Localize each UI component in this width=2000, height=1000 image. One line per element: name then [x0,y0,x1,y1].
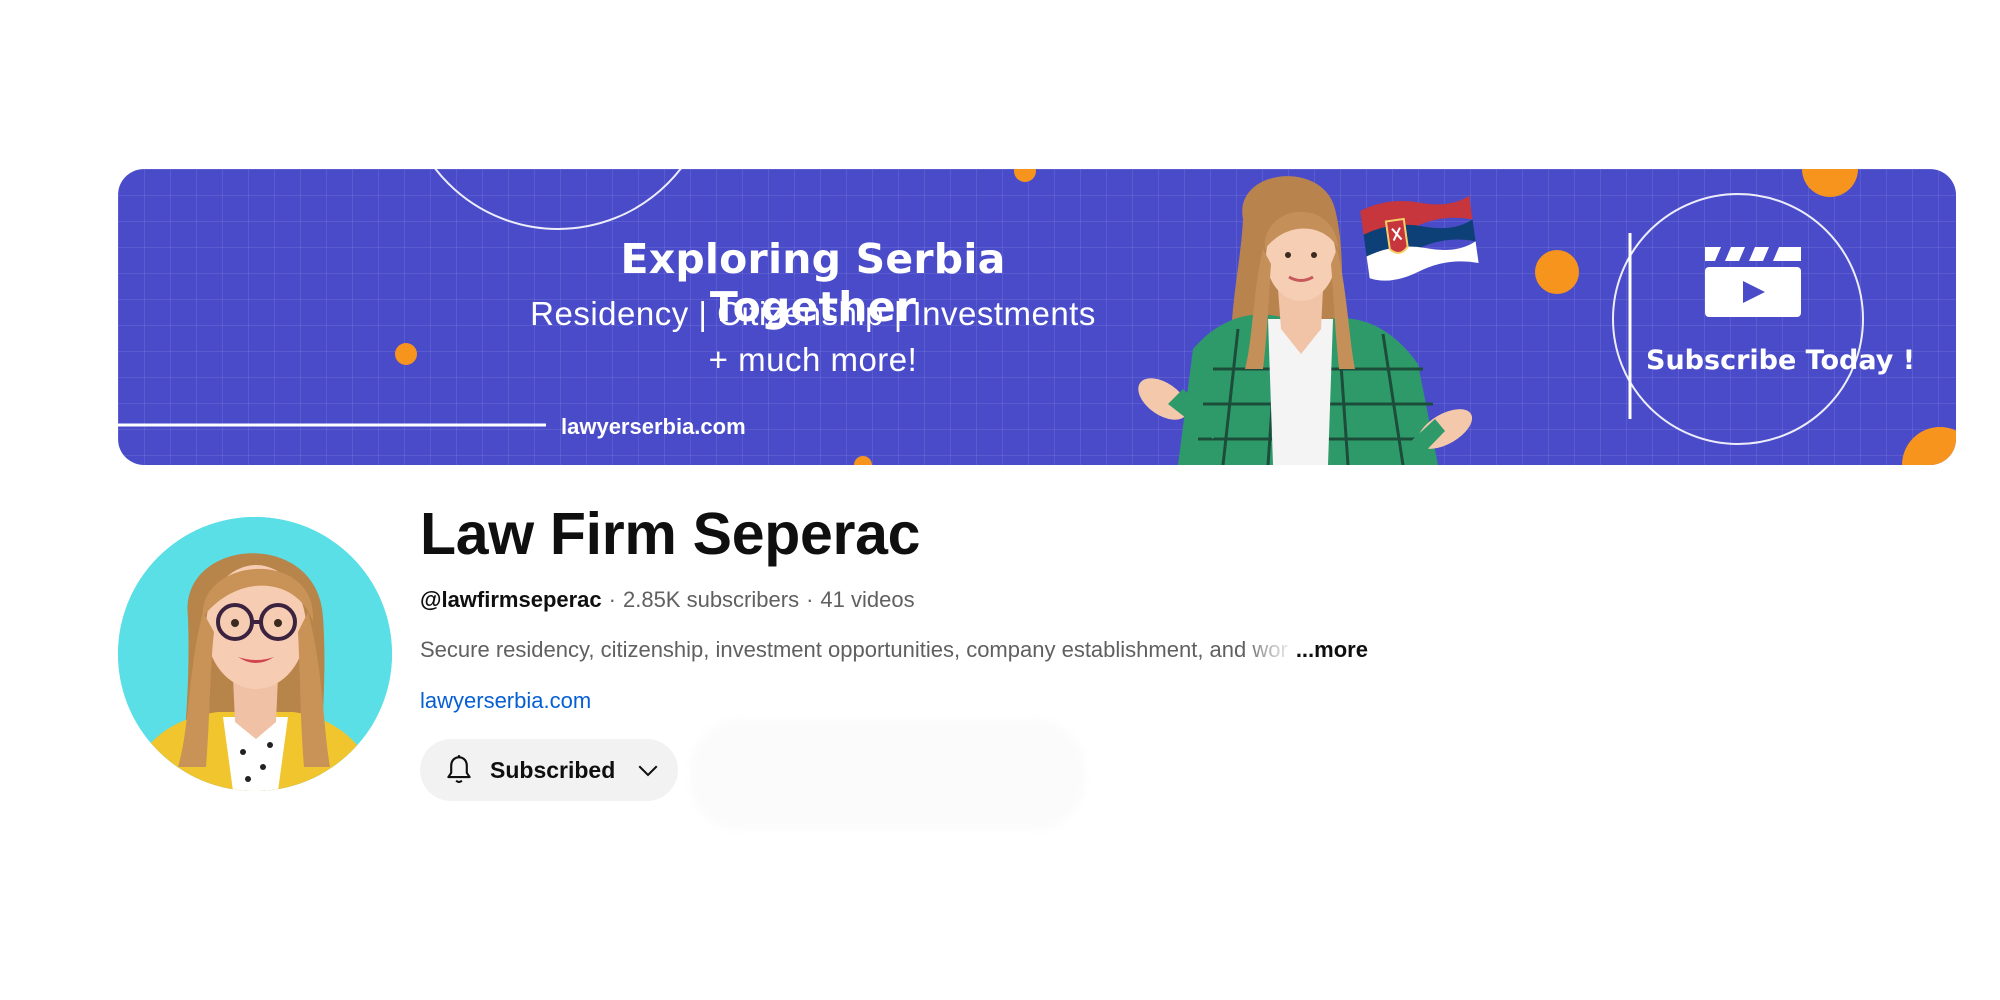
subscribed-label: Subscribed [490,756,616,783]
channel-avatar[interactable] [118,517,392,791]
channel-handle[interactable]: @lawfirmseperac [420,587,602,612]
avatar-image [118,517,392,791]
chevron-down-icon [638,765,658,777]
subscriber-count: 2.85K subscribers [622,587,800,612]
decor-dot [854,456,872,465]
decor-circle-outline [434,169,682,230]
decor-dot [1802,169,1858,197]
channel-description[interactable]: Secure residency, citizenship, investmen… [420,637,1368,663]
decor-dot [395,343,417,365]
video-count: 41 videos [820,587,915,612]
channel-link[interactable]: lawyerserbia.com [420,688,591,714]
decor-dot [1902,427,1956,465]
description-fade-text: wor [1246,637,1288,662]
decor-dot [1535,250,1579,294]
decor-arc-outline [1612,193,1864,445]
subscribed-button[interactable]: Subscribed [420,739,678,801]
decor-dot [1014,169,1036,182]
channel-meta: @lawfirmseperac · 2.85K subscribers · 41 vid… [420,587,915,613]
channel-name: Law Firm Seperac [420,501,921,567]
meta-separator: · [608,587,616,612]
banner-cta: Subscribe Today ! [1646,345,1916,376]
banner-url: lawyerserbia.com [561,414,746,439]
description-text: Secure residency, citizenship, investmen… [420,637,1247,662]
serbian-flag-image [1360,195,1479,281]
more-link[interactable]: ...more [1296,637,1368,662]
faded-button-placeholder [690,720,1085,830]
channel-banner: Exploring Serbia Together Residency | Ci… [118,169,1956,465]
banner-subtitle: Residency | Citizenship | Investments [530,295,1096,332]
video-clapper-icon [1705,247,1801,317]
banner-subtitle-more: + much more! [708,341,918,378]
bell-icon [447,755,471,784]
meta-separator: · [806,587,814,612]
